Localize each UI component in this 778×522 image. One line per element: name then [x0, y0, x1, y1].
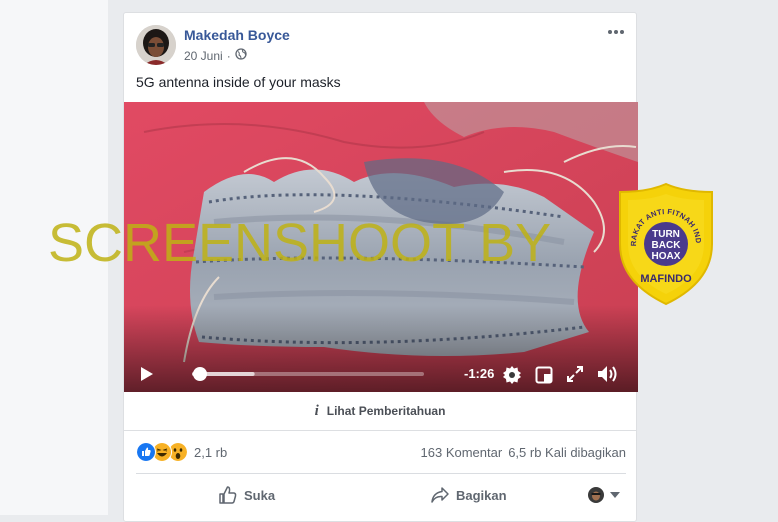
video-controls: -1:26	[124, 356, 638, 392]
like-button[interactable]: Suka	[218, 483, 275, 507]
thumbs-up-icon	[219, 486, 237, 504]
share-label: Bagikan	[456, 487, 507, 503]
fullscreen-icon[interactable]	[567, 366, 583, 382]
info-icon: i	[314, 402, 319, 419]
user-avatar-icon	[588, 487, 604, 503]
volume-icon[interactable]	[597, 365, 619, 383]
share-button[interactable]: Bagikan	[430, 483, 507, 507]
author-name[interactable]: Makedah Boyce	[184, 27, 290, 43]
badge-bottom-text: MAFINDO	[640, 273, 692, 285]
badge-line-1: TURN	[652, 229, 680, 240]
shares-count[interactable]: 6,5 rb Kali dibagikan	[508, 445, 626, 460]
share-arrow-icon	[431, 487, 449, 503]
mini-player-icon[interactable]	[535, 366, 553, 384]
badge-line-3: HOAX	[652, 251, 681, 262]
see-notice-link[interactable]: i Lihat Pemberitahuan	[124, 392, 636, 431]
author-avatar[interactable]	[136, 25, 176, 65]
post-meta: 20 Juni ·	[184, 48, 247, 63]
like-icon	[136, 442, 156, 462]
time-remaining: -1:26	[464, 366, 495, 381]
reactions-summary[interactable]: 2,1 rb	[136, 441, 227, 463]
post-text: 5G antenna inside of your masks	[136, 74, 341, 90]
reaction-count: 2,1 rb	[194, 444, 228, 460]
engagement-counts: 163 Komentar 6,5 rb Kali dibagikan	[421, 445, 626, 460]
mafindo-badge: MASYARAKAT ANTI FITNAH INDONESIA TURN BA…	[611, 175, 718, 306]
audience-selector[interactable]	[588, 483, 620, 507]
progress-handle[interactable]	[193, 367, 207, 381]
like-label: Suka	[244, 487, 276, 503]
play-icon[interactable]	[140, 366, 154, 382]
see-notice-label: Lihat Pemberitahuan	[326, 404, 446, 418]
chevron-down-icon	[610, 492, 620, 498]
actions-divider	[136, 473, 626, 474]
progress-bar[interactable]	[188, 367, 428, 381]
globe-icon[interactable]	[235, 48, 247, 63]
badge-line-2: BACK	[652, 240, 682, 251]
screenshot-watermark: SCREENSHOOT BY	[48, 213, 552, 273]
settings-icon[interactable]	[502, 365, 522, 385]
meta-separator: ·	[226, 48, 231, 63]
more-options-icon[interactable]	[604, 23, 628, 41]
comments-count[interactable]: 163 Komentar	[421, 445, 503, 460]
post-date[interactable]: 20 Juni	[184, 49, 223, 63]
